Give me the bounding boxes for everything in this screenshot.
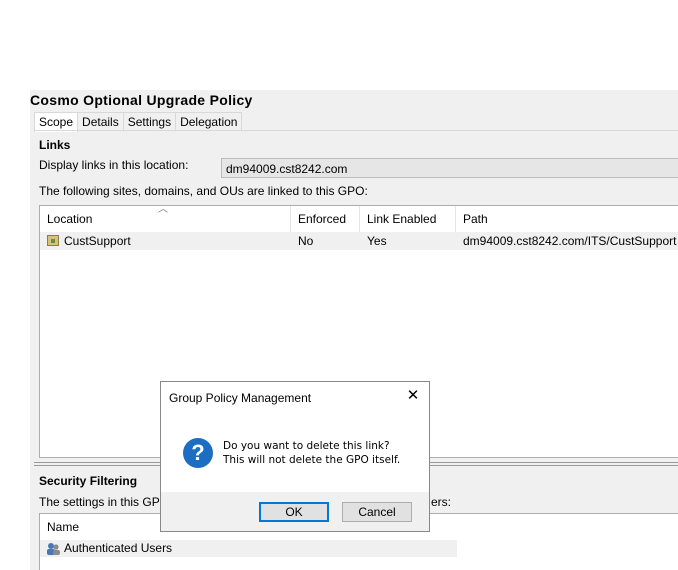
dialog-button-bar: OK Cancel <box>161 492 429 531</box>
dialog-message-line1: Do you want to delete this link? <box>223 440 390 452</box>
tab-strip: Scope Details Settings Delegation <box>34 112 243 132</box>
security-filtering-description-tail: ers: <box>431 495 452 509</box>
tab-settings[interactable]: Settings <box>122 112 177 131</box>
link-path: dm94009.cst8242.com/ITS/CustSupport <box>463 234 677 248</box>
tab-details[interactable]: Details <box>77 112 124 131</box>
link-enforced: No <box>298 234 314 248</box>
security-filtering-heading: Security Filtering <box>39 474 138 488</box>
ou-folder-icon <box>47 235 59 246</box>
confirm-delete-dialog: Group Policy Management ✕ ? Do you want … <box>160 381 430 532</box>
tab-delegation[interactable]: Delegation <box>175 112 243 131</box>
column-header-path[interactable]: Path <box>456 206 678 232</box>
users-group-icon <box>47 543 60 555</box>
security-filtering-description: The settings in this GPO c <box>39 495 179 509</box>
policy-title: Cosmo Optional Upgrade Policy <box>30 92 253 108</box>
cancel-button[interactable]: Cancel <box>342 502 412 522</box>
column-header-link-enabled[interactable]: Link Enabled <box>360 206 456 232</box>
tab-scope[interactable]: Scope <box>34 112 79 132</box>
table-row[interactable]: CustSupport No Yes dm94009.cst8242.com/I… <box>40 232 678 250</box>
sort-ascending-icon: ︿ <box>158 204 168 215</box>
tab-divider <box>34 130 678 131</box>
column-header-enforced[interactable]: Enforced <box>291 206 360 232</box>
security-principal-name: Authenticated Users <box>64 541 173 555</box>
question-icon: ? <box>183 438 213 468</box>
dialog-message-line2: This will not delete the GPO itself. <box>223 454 401 466</box>
dialog-title: Group Policy Management <box>169 391 312 405</box>
table-row[interactable]: Authenticated Users <box>40 540 457 557</box>
close-icon[interactable]: ✕ <box>405 387 421 405</box>
ok-button[interactable]: OK <box>259 502 329 522</box>
link-location: CustSupport <box>64 234 131 248</box>
display-links-label: Display links in this location: <box>39 158 189 172</box>
linked-sites-description: The following sites, domains, and OUs ar… <box>39 184 368 198</box>
location-dropdown[interactable]: dm94009.cst8242.com <box>221 158 678 178</box>
link-enabled: Yes <box>367 234 387 248</box>
links-heading: Links <box>39 138 71 152</box>
